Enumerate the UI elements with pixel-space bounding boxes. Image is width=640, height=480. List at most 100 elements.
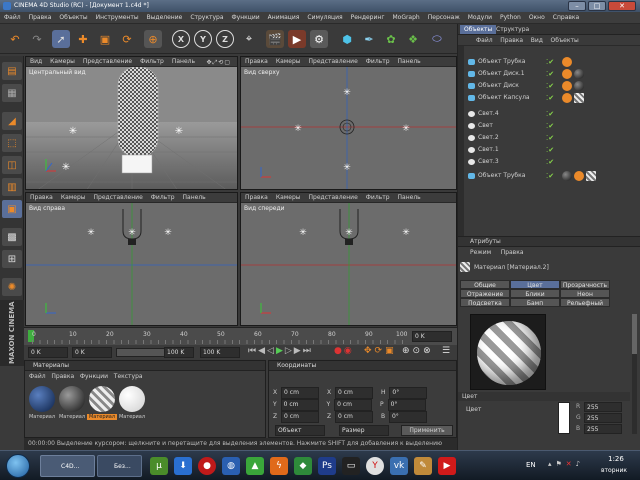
language-indicator[interactable]: EN (526, 461, 536, 469)
menu-structure[interactable]: Структура (186, 12, 227, 24)
vp-menu-edit[interactable]: Правка (241, 57, 272, 67)
taskbar-app-c4d[interactable]: C4D... (40, 455, 95, 477)
flash-icon[interactable]: ϟ (270, 457, 288, 475)
attributes-scrollbar[interactable] (632, 314, 637, 434)
rotate-icon[interactable]: ⟳ (118, 30, 136, 48)
vp-menu-cameras[interactable]: Камеры (272, 57, 305, 67)
chrome-icon[interactable]: ◍ (222, 457, 240, 475)
visibility-check-icon[interactable]: ⁚✔ (546, 144, 554, 156)
world-coordinates-icon[interactable]: ⌖ (240, 30, 258, 48)
tab-objects[interactable]: Объекты (460, 25, 497, 34)
vp-menu-display[interactable]: Представление (305, 193, 362, 203)
phong-tag-icon[interactable] (562, 81, 572, 91)
vp-menu-cameras[interactable]: Камеры (57, 193, 90, 203)
subdivision-icon[interactable]: ✿ (382, 30, 400, 48)
menu-render[interactable]: Рендеринг (347, 12, 389, 24)
size-mode-select[interactable]: Размер (339, 425, 389, 436)
vp-menu-filter[interactable]: Фильтр (136, 57, 168, 67)
polygons-mode-icon[interactable]: ▥ (2, 178, 22, 196)
downloader-icon[interactable]: ⬇ (174, 457, 192, 475)
list-item[interactable]: Свет.1 ⁚✔ (458, 144, 640, 156)
menu-animation[interactable]: Анимация (264, 12, 304, 24)
menu-edit[interactable]: Правка (25, 12, 56, 24)
menu-python[interactable]: Python (496, 12, 525, 24)
rot-h-field[interactable]: 0° (389, 387, 428, 399)
menu-file[interactable]: Файл (0, 12, 25, 24)
scale-icon[interactable]: ▣ (96, 30, 114, 48)
vp-menu-panel[interactable]: Панель (394, 57, 425, 67)
tab-bump[interactable]: Бамп (510, 298, 560, 307)
visibility-check-icon[interactable]: ⁚✔ (546, 80, 554, 92)
coord-mode-select[interactable]: Объект (275, 425, 325, 436)
snapping-icon[interactable]: ⊞ (2, 250, 22, 268)
key-filter-controls[interactable]: ⊕⊙⊗ (402, 346, 434, 356)
end-frame-field[interactable]: 100 K (200, 347, 240, 358)
list-item[interactable]: Свет.3 ⁚✔ (458, 156, 640, 168)
tray-icons[interactable]: ▴⚑✕♪ (548, 460, 584, 468)
vp-menu-edit[interactable]: Правка (26, 193, 57, 203)
video-app-icon[interactable]: ▭ (342, 457, 360, 475)
tab-color[interactable]: Цвет (510, 280, 560, 289)
vp-menu-display[interactable]: Представление (79, 57, 136, 67)
torrent-icon[interactable]: µ (150, 457, 168, 475)
tab-reflection[interactable]: Отражение (460, 289, 510, 298)
material-tag-icon[interactable] (586, 171, 596, 181)
vp-menu-filter[interactable]: Фильтр (362, 193, 394, 203)
menu-tools[interactable]: Инструменты (92, 12, 143, 24)
photoshop-icon[interactable]: Ps (318, 457, 336, 475)
list-item[interactable]: Свет.4 ⁚✔ (458, 108, 640, 120)
tab-luminance[interactable]: Подсветка (460, 298, 510, 307)
list-item[interactable]: Объект Трубка ⁚✔ (458, 170, 640, 182)
edges-mode-icon[interactable]: ◫ (2, 156, 22, 174)
color-r-field[interactable]: 255 (584, 402, 622, 412)
game-icon[interactable]: ▲ (246, 457, 264, 475)
om-menu-objects[interactable]: Объекты (551, 37, 579, 44)
tab-specular[interactable]: Блики (510, 289, 560, 298)
attr-menu-edit[interactable]: Правка (501, 249, 524, 256)
clock-time[interactable]: 1:26 (596, 455, 636, 463)
sculpt-icon[interactable]: ✺ (2, 278, 22, 296)
list-item[interactable]: Объект Диск.1 ⁚✔ (458, 68, 640, 80)
size-x-field[interactable]: 0 cm (335, 387, 374, 399)
close-button[interactable]: ✕ (608, 1, 636, 11)
render-settings-icon[interactable]: ⚙ (310, 30, 328, 48)
menu-simulation[interactable]: Симуляция (303, 12, 346, 24)
start-frame-field[interactable]: 0 K (72, 347, 112, 358)
material-tag-icon[interactable] (562, 171, 572, 181)
mat-menu-edit[interactable]: Правка (51, 373, 74, 380)
viewport-perspective[interactable]: Вид Камеры Представление Фильтр Панель ✥⤢⟲▢ (25, 56, 238, 190)
vk-icon[interactable]: vk (390, 457, 408, 475)
record-app-icon[interactable]: ● (198, 457, 216, 475)
timeline-ruler[interactable]: 0 10 20 30 40 50 60 70 80 90 100 0 K (24, 327, 457, 345)
color-swatch[interactable] (558, 402, 570, 434)
phong-tag-icon[interactable] (562, 69, 572, 79)
start-button[interactable] (6, 454, 30, 478)
viewport-top[interactable]: Правка Камеры Представление Фильтр Панель ✳ ✳… (240, 56, 457, 190)
paint-icon[interactable]: ✎ (414, 457, 432, 475)
points-mode-icon[interactable]: ⬚ (2, 134, 22, 152)
undo-icon[interactable]: ↶ (6, 30, 24, 48)
material-tag-icon[interactable] (574, 93, 584, 103)
phong-tag-icon[interactable] (562, 93, 572, 103)
key-controls[interactable]: ✥⟳▣ (364, 346, 397, 356)
color-b-field[interactable]: 255 (584, 424, 622, 434)
pos-y-field[interactable]: 0 cm (280, 399, 319, 411)
material-swatch-white[interactable] (119, 386, 145, 412)
vp-menu-cameras[interactable]: Камеры (46, 57, 79, 67)
select-cursor-icon[interactable]: ➚ (52, 30, 70, 48)
material-tag-icon[interactable] (574, 69, 584, 79)
menu-selection[interactable]: Выделение (143, 12, 187, 24)
menu-mograph[interactable]: MoGraph (388, 12, 423, 24)
phong-tag-icon[interactable] (562, 57, 572, 67)
youtube-icon[interactable]: ▶ (438, 457, 456, 475)
minimize-button[interactable]: – (568, 1, 586, 11)
capsule-mesh[interactable] (117, 67, 159, 158)
color-g-field[interactable]: 255 (584, 413, 622, 423)
visibility-check-icon[interactable]: ⁚✔ (546, 68, 554, 80)
visibility-check-icon[interactable]: ⁚✔ (546, 170, 554, 182)
tab-structure[interactable]: Структура (492, 25, 533, 34)
array-generator-icon[interactable]: ❖ (404, 30, 422, 48)
pos-z-field[interactable]: 0 cm (281, 411, 320, 423)
material-swatch-dark[interactable] (59, 386, 85, 412)
apply-button[interactable]: Применить (401, 425, 453, 436)
